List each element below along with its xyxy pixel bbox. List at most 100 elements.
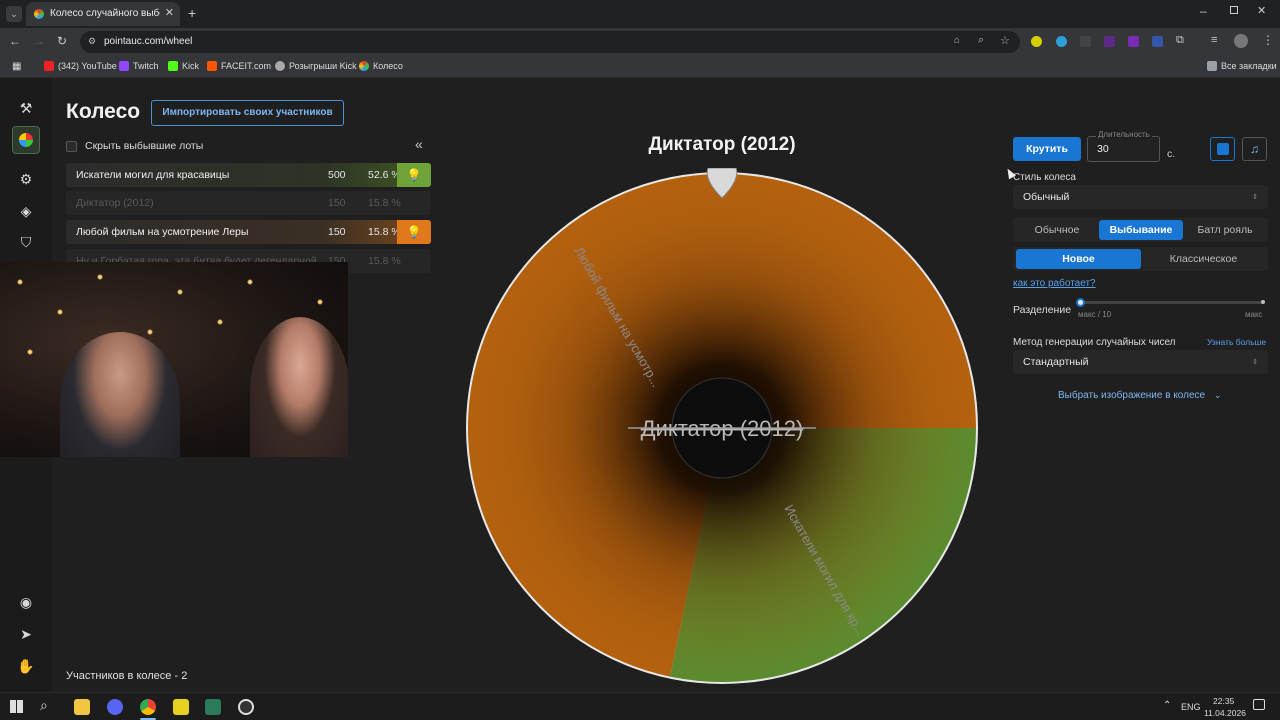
bookmark-label: (342) YouTube xyxy=(58,61,117,71)
wheel-favicon-icon xyxy=(34,9,44,19)
random-dice-button[interactable] xyxy=(1210,137,1235,161)
all-bookmarks[interactable]: Все закладки xyxy=(1207,61,1277,71)
telegram-icon[interactable]: ➤ xyxy=(12,620,40,648)
close-window-button[interactable]: ✕ xyxy=(1257,4,1266,17)
donate-hand-icon[interactable]: ✋ xyxy=(12,652,40,680)
split-slider-track[interactable] xyxy=(1080,301,1264,304)
windows-start-icon[interactable] xyxy=(10,700,23,713)
auction-hammer-icon[interactable]: ⚒ xyxy=(12,94,40,122)
tool-app-icon[interactable] xyxy=(173,699,189,715)
site-info-icon[interactable]: ⚙ xyxy=(88,36,96,47)
bookmark-wheel[interactable]: Колесо xyxy=(359,61,403,71)
collapse-panel-icon[interactable]: « xyxy=(415,136,423,152)
variant-classic-tab[interactable]: Классическое xyxy=(1141,247,1266,271)
bookmark-label: FACEIT.com xyxy=(221,61,272,71)
lot-amount: 150 xyxy=(328,197,346,209)
faceit-icon xyxy=(207,61,217,71)
extension-icon-4[interactable] xyxy=(1104,36,1115,47)
zoom-icon[interactable]: ⌕ xyxy=(978,34,984,47)
github-icon[interactable]: ◉ xyxy=(12,588,40,616)
browser-menu-icon[interactable]: ⋮ xyxy=(1262,33,1274,47)
address-bar[interactable]: ⚙ pointauc.com/wheel ⌂ ⌕ ☆ xyxy=(80,31,1020,53)
chrome-icon[interactable] xyxy=(140,699,156,715)
bookmark-star-icon[interactable]: ☆ xyxy=(1000,34,1010,47)
mode-normal-tab[interactable]: Обычное xyxy=(1015,218,1099,242)
forward-icon[interactable]: → xyxy=(33,34,45,48)
lightbulb-icon[interactable]: 💡 xyxy=(397,220,431,244)
wheel-nav-icon[interactable] xyxy=(12,126,40,154)
tab-list-button[interactable]: ⌄ xyxy=(6,6,22,22)
participants-count: Участников в колесе - 2 xyxy=(66,670,188,682)
lot-amount: 150 xyxy=(328,226,346,238)
tab-title: Колесо случайного выбора – xyxy=(50,8,160,19)
duration-value[interactable]: 30 xyxy=(1097,143,1109,155)
search-icon[interactable]: ⌕ xyxy=(40,697,48,714)
bookmark-kick[interactable]: Kick xyxy=(168,61,199,71)
variant-new-tab[interactable]: Новое xyxy=(1016,249,1141,269)
terminal-icon[interactable] xyxy=(205,699,221,715)
restore-button[interactable] xyxy=(1230,6,1238,14)
wheel-style-select[interactable]: Обычный ⇕ xyxy=(1013,185,1268,209)
file-explorer-icon[interactable] xyxy=(74,699,90,715)
split-min-label: макс / 10 xyxy=(1078,310,1112,319)
bookmark-twitch[interactable]: Twitch xyxy=(119,61,159,71)
tab-close-icon[interactable]: ✕ xyxy=(165,6,174,19)
layers-icon[interactable]: ◈ xyxy=(12,197,40,225)
apps-grid-icon[interactable]: ▦ xyxy=(12,61,21,72)
extension-icon-2[interactable] xyxy=(1056,36,1067,47)
duration-field[interactable]: Длительность 30 xyxy=(1087,130,1160,162)
translate-icon[interactable]: ⌂ xyxy=(954,35,960,46)
lot-row[interactable]: Любой фильм на усмотрение Леры 150 15.8 … xyxy=(66,220,431,244)
dice-icon xyxy=(1216,143,1229,155)
select-arrows-icon: ⇕ xyxy=(1252,359,1258,366)
wheel-icon xyxy=(359,61,369,71)
extension-icon-3[interactable] xyxy=(1080,36,1091,47)
hide-eliminated-label[interactable]: Скрыть выбывшие лоты xyxy=(85,140,203,152)
music-button[interactable]: ♫ xyxy=(1242,137,1267,161)
extension-icon-5[interactable] xyxy=(1128,36,1139,47)
bookmark-kick-giveaways[interactable]: Розыгрыши Kick xyxy=(275,61,357,71)
spin-button[interactable]: Крутить xyxy=(1013,137,1081,161)
clock-date[interactable]: 11.04.2026 xyxy=(1204,708,1246,718)
extensions-puzzle-icon[interactable]: ⧉ xyxy=(1176,34,1184,47)
bookmark-faceit[interactable]: FACEIT.com xyxy=(207,61,271,71)
discord-icon[interactable] xyxy=(107,699,123,715)
split-slider-handle[interactable] xyxy=(1076,298,1085,307)
import-participants-button[interactable]: Импортировать своих участников xyxy=(151,100,344,126)
minimize-button[interactable]: – xyxy=(1200,4,1207,18)
language-indicator[interactable]: ENG xyxy=(1181,702,1201,712)
new-tab-button[interactable]: + xyxy=(188,5,196,21)
tray-expand-icon[interactable]: ⌃ xyxy=(1163,700,1171,711)
lot-row[interactable]: Диктатор (2012) 150 15.8 % xyxy=(66,191,431,215)
extension-icon-1[interactable] xyxy=(1031,36,1042,47)
choose-image-toggle[interactable]: Выбрать изображение в колесе ⌄ xyxy=(1058,390,1221,401)
obs-icon[interactable] xyxy=(238,699,254,715)
lot-amount: 500 xyxy=(328,169,346,181)
reload-icon[interactable]: ↻ xyxy=(57,34,67,48)
clock-time[interactable]: 22:35 xyxy=(1213,696,1234,706)
browser-tab[interactable]: Колесо случайного выбора – ✕ xyxy=(26,2,180,26)
profile-avatar[interactable] xyxy=(1234,34,1248,48)
notifications-icon[interactable] xyxy=(1253,699,1265,710)
mode-battle-royale-tab[interactable]: Батл рояль xyxy=(1183,218,1267,242)
shield-icon[interactable]: ⛉ xyxy=(12,228,40,256)
lightbulb-icon[interactable]: 💡 xyxy=(397,163,431,187)
rng-method-select[interactable]: Стандартный ⇕ xyxy=(1013,350,1268,374)
wheel-style-label: Стиль колеса xyxy=(1013,172,1076,183)
mode-elimination-tab[interactable]: Выбывание xyxy=(1099,220,1183,240)
rng-learn-more-link[interactable]: Узнать больше xyxy=(1207,337,1266,347)
back-icon[interactable]: ← xyxy=(9,34,21,48)
url-text: pointauc.com/wheel xyxy=(104,36,193,47)
extension-icon-6[interactable] xyxy=(1152,36,1163,47)
prize-wheel[interactable]: Любой фильм на усмотр... Искатели могил … xyxy=(462,168,982,688)
split-slider-end-dot xyxy=(1261,300,1265,304)
reading-list-icon[interactable]: ≡ xyxy=(1211,34,1217,46)
bookmark-label: Kick xyxy=(182,61,200,71)
hide-eliminated-checkbox[interactable] xyxy=(66,141,77,152)
rng-method-value: Стандартный xyxy=(1023,356,1089,368)
bookmark-youtube[interactable]: (342) YouTube xyxy=(44,61,117,71)
browser-tab-bar: ⌄ Колесо случайного выбора – ✕ + – ✕ xyxy=(0,0,1280,28)
how-it-works-link[interactable]: как это работает? xyxy=(1013,278,1096,289)
settings-gear-icon[interactable]: ⚙ xyxy=(12,165,40,193)
lot-row[interactable]: Искатели могил для красавицы 500 52.6 % … xyxy=(66,163,431,187)
